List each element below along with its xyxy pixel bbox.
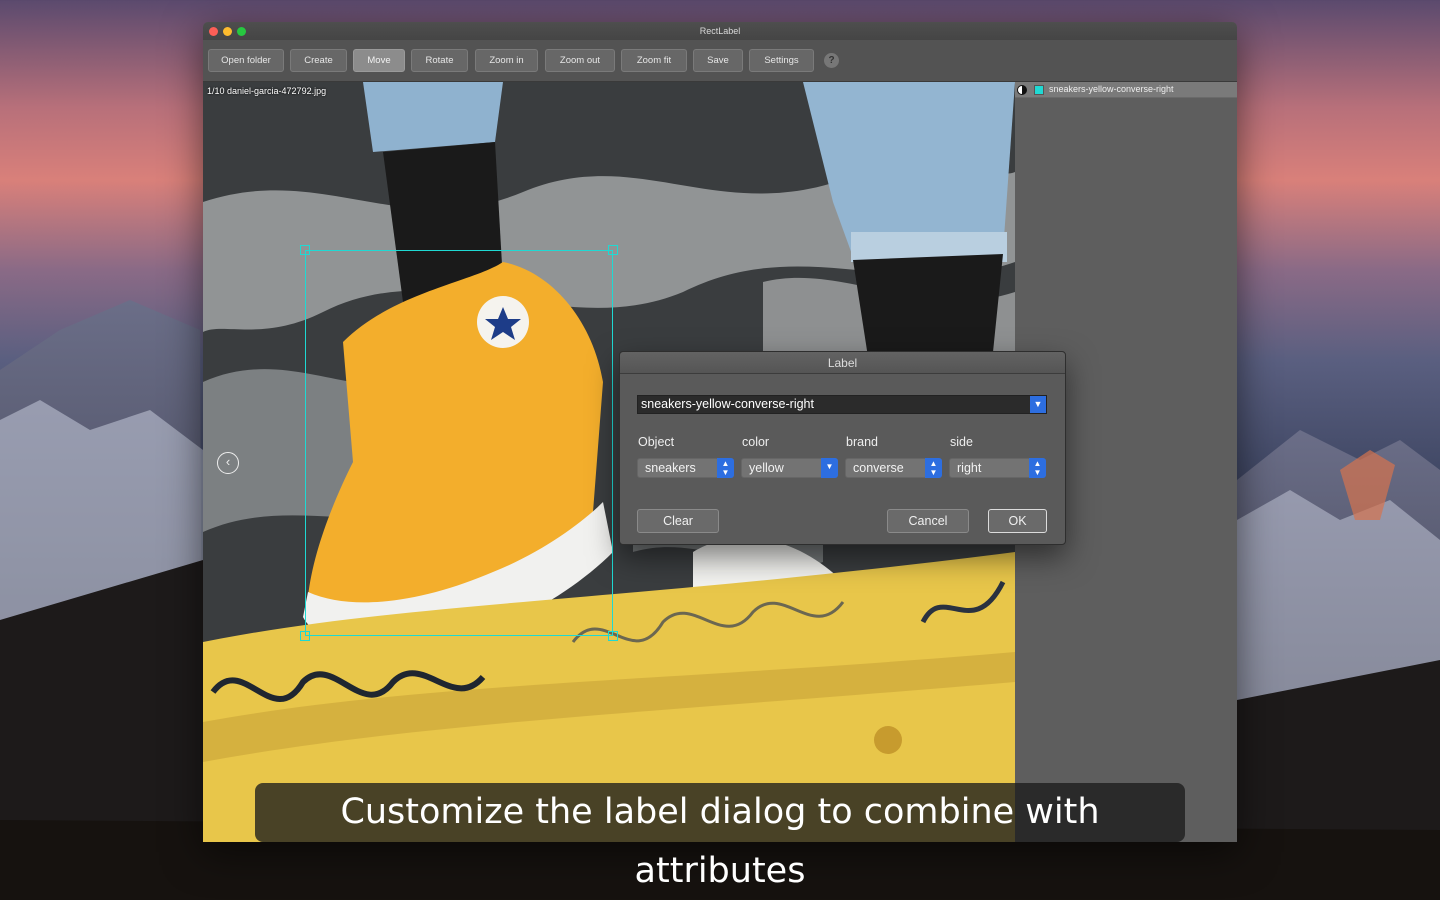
settings-button[interactable]: Settings — [749, 49, 814, 72]
side-select-value: right — [957, 461, 982, 475]
updown-chevron-icon: ▲ ▼ — [717, 458, 734, 478]
label-combo-value: sneakers-yellow-converse-right — [641, 397, 814, 411]
resize-handle-top-left[interactable] — [300, 245, 310, 255]
create-button[interactable]: Create — [290, 49, 347, 72]
cancel-button[interactable]: Cancel — [887, 509, 969, 533]
brand-select[interactable]: converse ▲ ▼ — [845, 458, 942, 478]
file-name-label: 1/10 daniel-garcia-472792.jpg — [207, 86, 327, 96]
maximize-window-button[interactable] — [237, 27, 246, 36]
minimize-window-button[interactable] — [223, 27, 232, 36]
label-color-swatch[interactable] — [1034, 85, 1044, 95]
resize-handle-bottom-right[interactable] — [608, 631, 618, 641]
help-icon[interactable]: ? — [824, 53, 839, 68]
ok-button[interactable]: OK — [988, 509, 1047, 533]
color-select[interactable]: yellow ▼ — [741, 458, 838, 478]
resize-handle-top-right[interactable] — [608, 245, 618, 255]
label-list-item-name: sneakers-yellow-converse-right — [1049, 84, 1174, 94]
side-select[interactable]: right ▲ ▼ — [949, 458, 1046, 478]
attribute-header-side: side — [950, 435, 973, 449]
label-list-item[interactable]: sneakers-yellow-converse-right — [1015, 82, 1237, 98]
close-window-button[interactable] — [209, 27, 218, 36]
brand-select-value: converse — [853, 461, 904, 475]
contrast-icon[interactable] — [1017, 85, 1027, 95]
attribute-header-object: Object — [638, 435, 675, 449]
chevron-down-icon[interactable]: ▼ — [1030, 396, 1046, 413]
bounding-box[interactable] — [300, 245, 618, 641]
clear-button[interactable]: Clear — [637, 509, 719, 533]
label-combo-box[interactable]: sneakers-yellow-converse-right ▼ — [637, 395, 1047, 414]
save-button[interactable]: Save — [693, 49, 743, 72]
zoom-out-button[interactable]: Zoom out — [545, 49, 615, 72]
promo-caption: Customize the label dialog to combine wi… — [255, 783, 1185, 891]
updown-chevron-icon: ▲ ▼ — [925, 458, 942, 478]
color-select-value: yellow — [749, 461, 784, 475]
object-select[interactable]: sneakers ▲ ▼ — [637, 458, 734, 478]
chevron-down-icon: ▼ — [821, 458, 838, 478]
zoom-fit-button[interactable]: Zoom fit — [621, 49, 687, 72]
attribute-header-brand: brand — [846, 435, 878, 449]
zoom-in-button[interactable]: Zoom in — [475, 49, 538, 72]
toolbar: Open folder Create Move Rotate Zoom in Z… — [203, 40, 1237, 82]
titlebar: RectLabel — [203, 22, 1237, 40]
updown-chevron-icon: ▲ ▼ — [1029, 458, 1046, 478]
rotate-button[interactable]: Rotate — [411, 49, 468, 72]
previous-image-icon[interactable]: ‹ — [217, 452, 239, 474]
dialog-title: Label — [620, 352, 1065, 374]
move-button[interactable]: Move — [353, 49, 405, 72]
window-title: RectLabel — [699, 26, 741, 36]
attribute-header-color: color — [742, 435, 770, 449]
resize-handle-bottom-left[interactable] — [300, 631, 310, 641]
label-dialog: Label sneakers-yellow-converse-right ▼ O… — [619, 351, 1066, 545]
object-select-value: sneakers — [645, 461, 696, 475]
open-folder-button[interactable]: Open folder — [208, 49, 284, 72]
